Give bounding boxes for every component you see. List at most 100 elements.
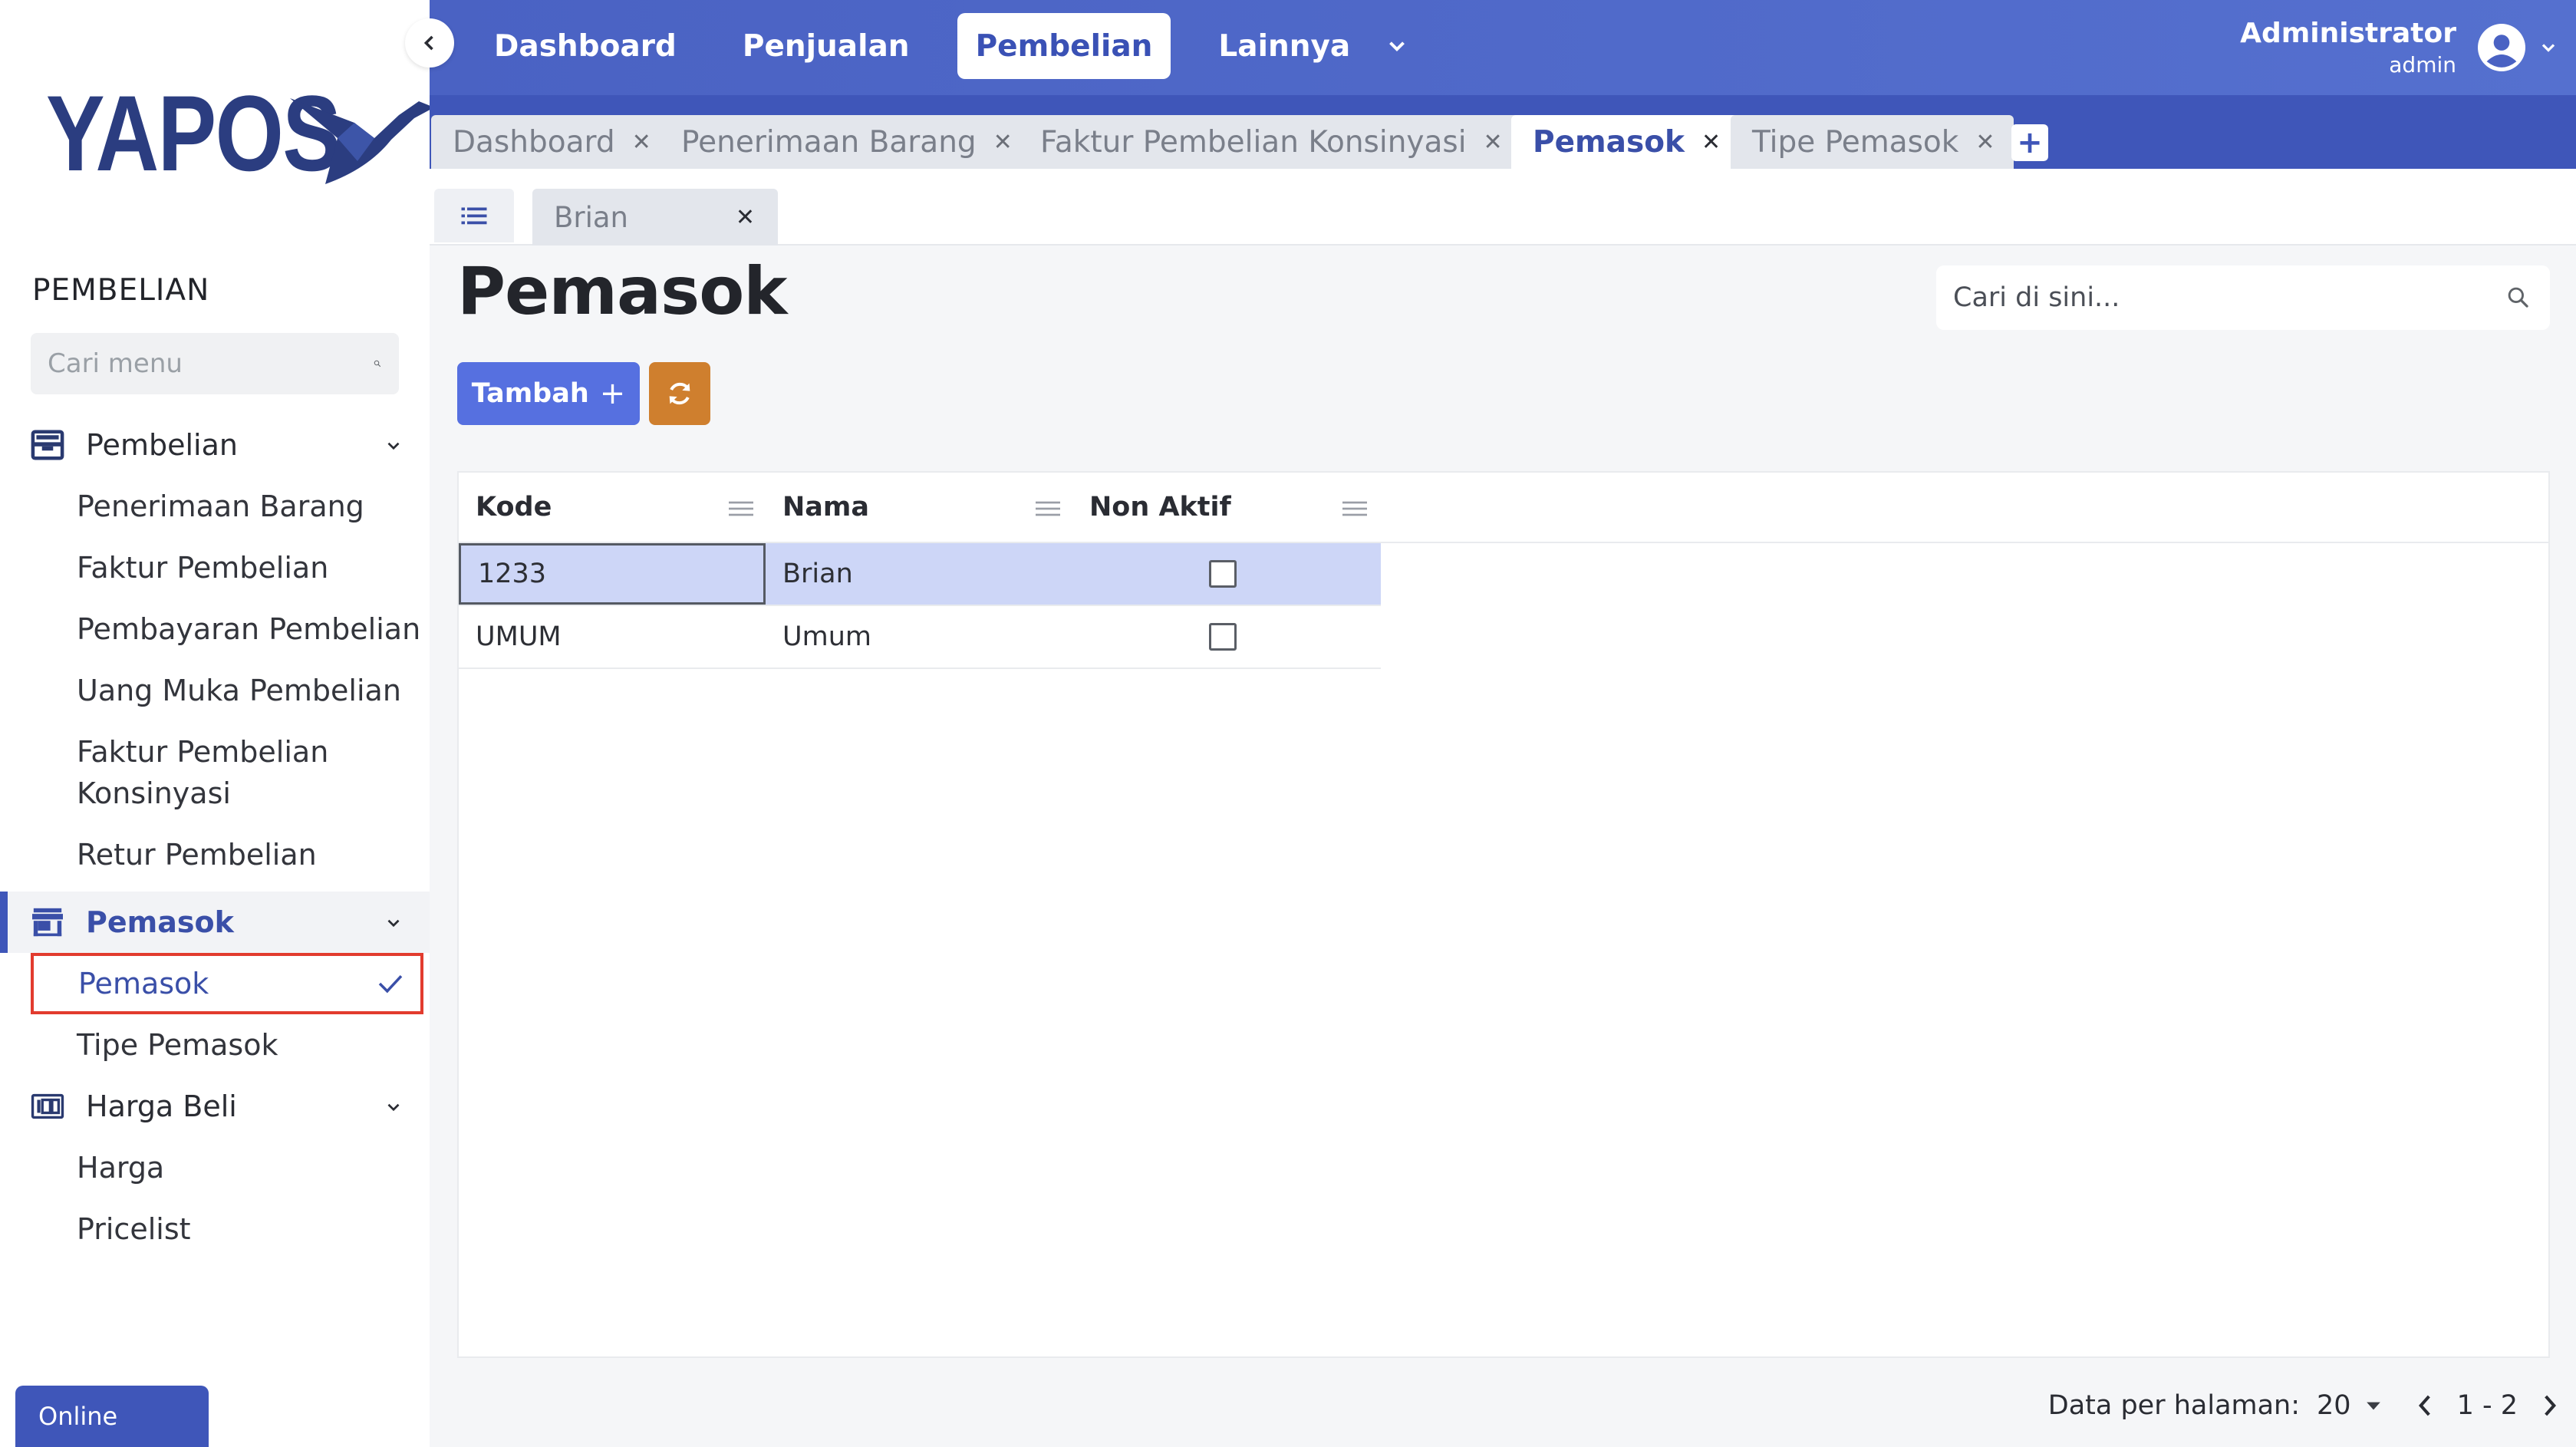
sidebar-section-title: PEMBELIAN: [32, 273, 210, 308]
yapos-logo: YAPOS: [46, 80, 434, 187]
close-icon[interactable]: ✕: [736, 204, 755, 231]
user-menu[interactable]: Administrator admin: [2240, 0, 2576, 95]
sidebar-item-faktur-pembelian-konsinyasi[interactable]: Faktur Pembelian Konsinyasi: [0, 721, 361, 824]
open-tabs-bar: Dashboard ✕ Penerimaan Barang ✕ Faktur Pem…: [430, 95, 2576, 169]
non-aktif-checkbox[interactable]: [1209, 560, 1237, 588]
menu-search[interactable]: [31, 333, 399, 394]
avatar-icon[interactable]: [2478, 24, 2525, 71]
pagination: Data per halaman: 20 1 - 2: [2048, 1390, 2559, 1421]
search-icon[interactable]: [2504, 283, 2533, 312]
inbox-icon: [31, 430, 66, 460]
sidebar-group-pembelian[interactable]: Pembelian: [0, 414, 430, 476]
search-icon[interactable]: [373, 350, 382, 377]
list-view-tab[interactable]: [434, 189, 514, 242]
online-status-badge: Online: [15, 1386, 209, 1447]
sidebar-item-penerimaan-barang[interactable]: Penerimaan Barang: [0, 476, 430, 537]
sidebar-item-faktur-pembelian[interactable]: Faktur Pembelian: [0, 537, 430, 598]
close-icon[interactable]: ✕: [1975, 129, 1995, 156]
cell-nama[interactable]: Brian: [766, 543, 1072, 605]
column-label: Kode: [476, 492, 552, 522]
topnav-penjualan[interactable]: Penjualan: [724, 13, 928, 79]
menu-search-input[interactable]: [48, 348, 373, 379]
tab-pemasok[interactable]: Pemasok ✕: [1511, 115, 1740, 169]
close-icon[interactable]: ✕: [632, 129, 651, 156]
sidebar-item-label: Pemasok: [78, 967, 209, 1000]
sidebar-group-label: Pemasok: [86, 905, 234, 939]
tab-dashboard[interactable]: Dashboard ✕: [431, 115, 670, 169]
user-role: admin: [2389, 52, 2456, 77]
column-menu-icon[interactable]: [729, 500, 753, 517]
column-header-non-aktif[interactable]: Non Aktif: [1072, 473, 1379, 542]
tab-penerimaan-barang[interactable]: Penerimaan Barang ✕: [660, 115, 1031, 169]
global-search[interactable]: [1936, 265, 2550, 330]
sidebar-item-retur-pembelian[interactable]: Retur Pembelian: [0, 824, 430, 885]
add-tab-button[interactable]: +: [2011, 124, 2048, 161]
sidebar-item-pemasok[interactable]: Pemasok: [31, 953, 423, 1014]
tab-label: Penerimaan Barang: [681, 124, 977, 160]
add-button[interactable]: Tambah +: [457, 362, 640, 425]
list-icon: [461, 207, 487, 225]
record-tabs-bar: Brian ✕: [430, 169, 2576, 246]
sidebar-group-label: Pembelian: [86, 428, 238, 462]
sidebar-item-pricelist[interactable]: Pricelist: [0, 1198, 430, 1260]
sidebar-item-uang-muka-pembelian[interactable]: Uang Muka Pembelian: [0, 660, 430, 721]
add-button-label: Tambah: [471, 378, 589, 409]
close-icon[interactable]: ✕: [993, 129, 1013, 156]
sidebar: YAPOS PEMBELIAN Pembelian Penerimaan Bar…: [0, 0, 434, 1447]
chevron-down-icon[interactable]: [384, 436, 404, 456]
column-menu-icon[interactable]: [1342, 500, 1367, 517]
column-label: Non Aktif: [1089, 492, 1231, 522]
cell-kode[interactable]: 1233: [459, 543, 766, 605]
tab-label: Tipe Pemasok: [1752, 124, 1959, 160]
sidebar-item-harga[interactable]: Harga: [0, 1137, 430, 1198]
table-header: Kode Nama Non Aktif: [459, 473, 2548, 543]
tab-tipe-pemasok[interactable]: Tipe Pemasok ✕: [1731, 115, 2014, 169]
sidebar-group-harga-beli[interactable]: Harga Beli: [0, 1076, 430, 1137]
plus-icon: +: [599, 376, 626, 411]
tab-label: Dashboard: [453, 124, 615, 160]
per-page-select[interactable]: 20: [2317, 1390, 2351, 1421]
column-label: Nama: [782, 492, 869, 522]
cell-nama[interactable]: Umum: [766, 606, 1072, 667]
close-icon[interactable]: ✕: [1701, 129, 1721, 156]
close-icon[interactable]: ✕: [1484, 129, 1503, 156]
caret-down-icon[interactable]: [2365, 1400, 2382, 1411]
search-input[interactable]: [1953, 282, 2504, 313]
record-tab-label: Brian: [554, 200, 628, 234]
tab-label: Pemasok: [1533, 124, 1685, 160]
refresh-button[interactable]: [649, 362, 710, 425]
table-row[interactable]: UMUM Umum: [459, 606, 1381, 669]
price-icon: [31, 1091, 66, 1122]
user-name: Administrator: [2240, 18, 2456, 49]
collapse-sidebar-button[interactable]: [405, 18, 454, 68]
table-row[interactable]: 1233 Brian: [459, 543, 1381, 606]
chevron-left-icon[interactable]: [2416, 1393, 2434, 1418]
chevron-right-icon[interactable]: [2541, 1393, 2559, 1418]
chevron-down-icon[interactable]: [384, 1097, 404, 1117]
topnav-lainnya[interactable]: Lainnya: [1200, 13, 1369, 79]
topnav-dashboard[interactable]: Dashboard: [476, 13, 695, 79]
column-header-kode[interactable]: Kode: [459, 473, 766, 542]
non-aktif-checkbox[interactable]: [1209, 623, 1237, 651]
cell-kode[interactable]: UMUM: [459, 606, 766, 667]
chevron-down-icon[interactable]: [1384, 33, 1410, 59]
top-nav: Dashboard Penjualan Pembelian Lainnya: [476, 13, 1410, 79]
top-navbar: Dashboard Penjualan Pembelian Lainnya Ad…: [430, 0, 2576, 95]
bird-logo-icon: [290, 98, 434, 184]
chevron-down-icon[interactable]: [384, 913, 404, 933]
sidebar-item-pembayaran-pembelian[interactable]: Pembayaran Pembelian: [0, 598, 430, 660]
chevron-down-icon[interactable]: [2538, 37, 2559, 58]
per-page-label: Data per halaman:: [2047, 1390, 2301, 1421]
topnav-pembelian[interactable]: Pembelian: [957, 13, 1171, 79]
tab-faktur-pembelian-konsinyasi[interactable]: Faktur Pembelian Konsinyasi ✕: [1019, 115, 1521, 169]
tab-label: Faktur Pembelian Konsinyasi: [1040, 124, 1467, 160]
check-icon: [378, 975, 403, 994]
store-icon: [31, 907, 66, 938]
record-tab-brian[interactable]: Brian ✕: [532, 189, 778, 246]
sidebar-group-pemasok[interactable]: Pemasok: [0, 892, 430, 953]
sidebar-item-tipe-pemasok[interactable]: Tipe Pemasok: [0, 1014, 430, 1076]
page-range: 1 - 2: [2456, 1390, 2518, 1421]
pemasok-table: Kode Nama Non Aktif 1233 Brian UMUM Umum: [457, 471, 2550, 1358]
column-menu-icon[interactable]: [1036, 500, 1060, 517]
column-header-nama[interactable]: Nama: [766, 473, 1072, 542]
